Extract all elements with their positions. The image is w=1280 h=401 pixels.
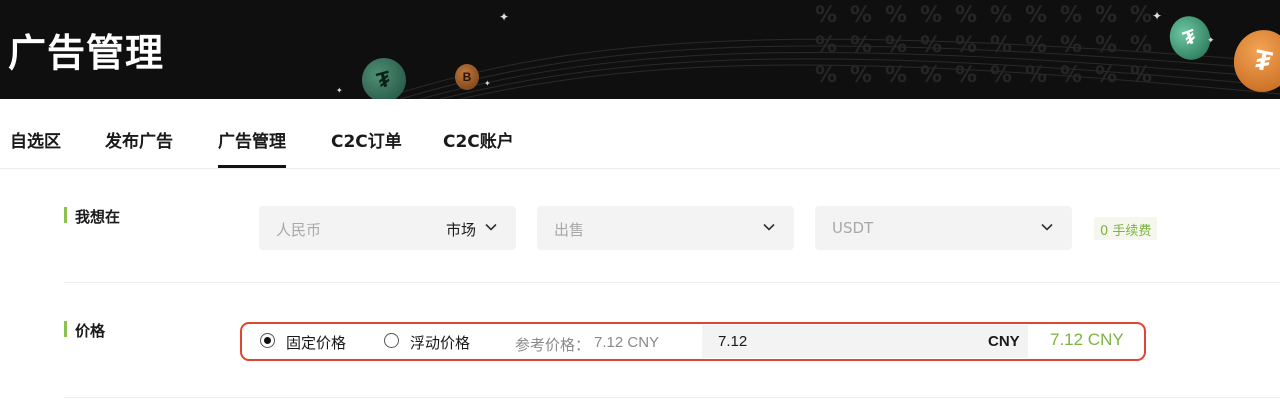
svg-text:%: % [920, 3, 942, 28]
svg-text:%: % [955, 33, 977, 58]
price-section-label: 价格 [75, 322, 106, 340]
svg-text:%: % [955, 63, 977, 88]
svg-text:%: % [885, 33, 907, 58]
bitcoin-coin-icon: B [455, 64, 479, 90]
svg-text:%: % [990, 3, 1012, 28]
side-select[interactable]: 出售 [537, 206, 794, 250]
fiat-select-placeholder: 人民币 [276, 221, 322, 239]
want-section-label: 我想在 [75, 208, 121, 226]
floating-price-label[interactable]: 浮动价格 [410, 332, 470, 353]
tab-c2c-orders[interactable]: C2C订单 [331, 127, 402, 152]
svg-text:%: % [850, 63, 872, 88]
svg-text:%: % [815, 33, 837, 58]
svg-text:%: % [1025, 3, 1047, 28]
svg-text:%: % [1130, 3, 1152, 28]
tab-c2c-account[interactable]: C2C账户 [443, 127, 514, 152]
section-divider [64, 282, 1280, 283]
sparkle-icon: ✦ [1207, 35, 1215, 45]
banner-wave-pattern: %%%%%%%%%% %%%%%%%%%% %%%%%%%%%% [379, 3, 1280, 99]
svg-text:%: % [990, 33, 1012, 58]
svg-text:%: % [1025, 63, 1047, 88]
tab-watchlist[interactable]: 自选区 [10, 127, 61, 152]
svg-text:%: % [815, 63, 837, 88]
svg-text:%: % [1095, 3, 1117, 28]
zero-fee-badge: 0 手续费 [1094, 217, 1158, 240]
page-title: 广告管理 [8, 31, 165, 75]
fixed-price-label[interactable]: 固定价格 [286, 332, 346, 353]
sparkle-icon: ✦ [336, 86, 343, 95]
svg-text:%: % [885, 63, 907, 88]
svg-text:%: % [1060, 3, 1082, 28]
svg-text:%: % [920, 33, 942, 58]
section-divider [64, 397, 1280, 398]
svg-text:%: % [1095, 63, 1117, 88]
sparkle-icon: ✦ [499, 10, 510, 24]
price-input[interactable] [702, 325, 1028, 358]
tab-ad-management[interactable]: 广告管理 [218, 127, 286, 168]
svg-text:%: % [850, 3, 872, 28]
asset-select-placeholder: USDT [832, 219, 874, 237]
svg-text:%: % [955, 3, 977, 28]
section-accent-bar [64, 207, 67, 223]
reference-price-value: 7.12 CNY [594, 334, 660, 351]
reference-price-label: 参考价格： [515, 336, 591, 354]
svg-text:%: % [990, 63, 1012, 88]
price-unit: CNY [988, 333, 1020, 350]
floating-price-radio[interactable] [384, 333, 399, 348]
fiat-select[interactable]: 人民币 市场 [259, 206, 516, 250]
svg-text:%: % [1025, 33, 1047, 58]
hero-banner: %%%%%%%%%% %%%%%%%%%% %%%%%%%%%% 广告管理 ₮ … [0, 0, 1280, 99]
chevron-down-icon [485, 223, 497, 231]
fiat-select-value: 市场 [445, 221, 476, 239]
svg-text:%: % [815, 3, 837, 28]
svg-text:%: % [885, 3, 907, 28]
fixed-price-radio[interactable] [260, 333, 275, 348]
svg-text:%: % [1060, 33, 1082, 58]
svg-text:%: % [1095, 33, 1117, 58]
chevron-down-icon [763, 223, 775, 231]
svg-text:%: % [1130, 63, 1152, 88]
price-result: 7.12 CNY [1050, 330, 1124, 349]
svg-text:%: % [850, 33, 872, 58]
side-select-placeholder: 出售 [554, 221, 585, 239]
sparkle-icon: ✦ [484, 79, 491, 88]
c2c-tab-bar: 自选区 发布广告 广告管理 C2C订单 C2C账户 [0, 99, 1280, 169]
sparkle-icon: ✦ [1152, 9, 1163, 23]
chevron-down-icon [1041, 223, 1053, 231]
asset-select[interactable]: USDT [815, 206, 1072, 250]
tab-post-ad[interactable]: 发布广告 [105, 127, 173, 152]
svg-text:%: % [1130, 33, 1152, 58]
section-accent-bar [64, 321, 67, 337]
svg-text:%: % [1060, 63, 1082, 88]
svg-text:%: % [920, 63, 942, 88]
